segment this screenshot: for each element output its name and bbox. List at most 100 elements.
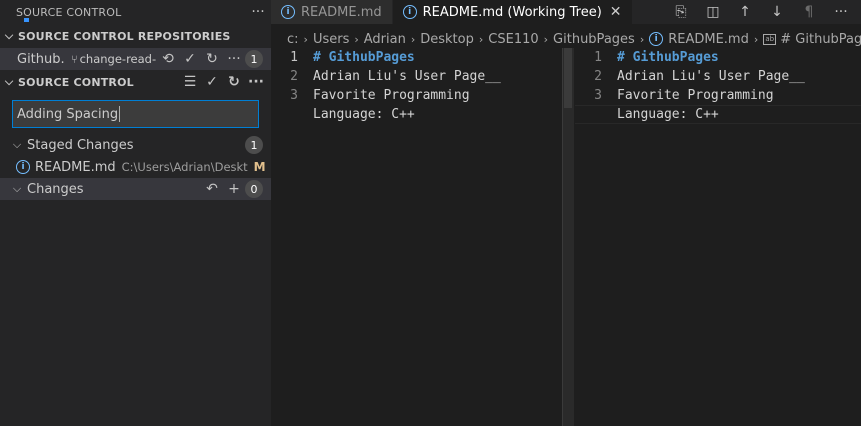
discard-all-icon[interactable]: ↶ [201,179,223,199]
source-control-section-header[interactable]: ⌵ SOURCE CONTROL ☰ ✓ ↻ ··· [0,70,271,94]
close-icon[interactable]: ✕ [610,4,622,20]
changes-group[interactable]: ⌵ Changes ↶ + 0 [0,178,271,200]
split-editor-icon[interactable]: ◫ [699,2,727,22]
code-line: 3 Favorite Programming [575,86,861,105]
branch-icon: ⑂ [71,52,78,66]
breadcrumb-item[interactable]: Adrian [364,32,406,47]
diff-overview-ruler[interactable] [561,48,575,426]
branch-name: change-read-r [79,52,157,66]
info-icon: i [16,160,30,174]
breadcrumb-item[interactable]: Desktop [420,32,474,47]
commit-message-text: Adding Spacing [17,106,119,122]
repository-row[interactable]: Github... ⑂ change-read-r ⟲ ✓ ↻ ··· 1 [0,48,271,70]
scrollbar-thumb[interactable] [564,48,572,108]
breadcrumb-file[interactable]: i README.md [649,32,749,47]
original-pane[interactable]: 1 # GithubPages 2 Adrian Liu's User Page… [271,48,561,426]
breadcrumb-item[interactable]: GithubPages [553,32,635,47]
modified-pane[interactable]: 1 # GithubPages 2 Adrian Liu's User Page… [575,48,861,426]
heading-symbol-icon: ab [763,33,777,45]
staged-changes-label: Staged Changes [27,137,134,153]
code-line: 2 Adrian Liu's User Page__ [271,67,561,86]
line-text: Language: C++ [617,107,719,122]
line-number: 2 [594,69,602,84]
previous-change-icon[interactable]: ↑ [731,2,759,22]
staged-count-badge: 1 [245,136,263,154]
commit-message-input[interactable]: Adding Spacing [12,100,259,128]
line-text: Favorite Programming [313,88,470,103]
breadcrumb-symbol[interactable]: ab # GithubPages [763,32,861,47]
info-icon: i [649,32,664,46]
more-actions-icon[interactable]: ··· [245,72,267,92]
sidebar-title: SOURCE CONTROL [16,5,122,19]
chevron-down-icon: ⌵ [4,75,14,88]
repositories-section-header[interactable]: ⌵ SOURCE CONTROL REPOSITORIES [0,24,271,48]
progress-indicator [24,18,29,22]
refresh-icon[interactable]: ↻ [201,49,223,69]
code-line: Language: C++ [271,105,561,124]
editor-actions: ⎘ ◫ ↑ ↓ ¶ ··· [667,0,855,24]
code-line: 3 Favorite Programming [271,86,561,105]
tab-label: README.md [301,4,382,20]
info-icon: i [402,5,417,19]
line-text: # GithubPages [617,50,719,65]
chevron-right-icon: › [753,32,759,46]
branch-indicator[interactable]: ⑂ change-read-r [71,52,157,66]
chevron-right-icon: › [303,32,308,46]
commit-icon[interactable]: ✓ [201,72,223,92]
staged-file-row[interactable]: i README.md C:\Users\Adrian\Deskt... M [0,156,271,178]
line-number: 2 [290,69,298,84]
breadcrumb-item[interactable]: CSE110 [488,32,538,47]
tab-bar: i README.md i README.md (Working Tree) ✕… [271,0,861,24]
commit-input-wrapper: Adding Spacing [0,94,271,134]
breadcrumb-item[interactable]: c: [287,32,299,47]
refresh-icon[interactable]: ↻ [223,72,245,92]
chevron-right-icon: › [639,32,645,46]
code-line: 2 Adrian Liu's User Page__ [575,67,861,86]
line-text: Adrian Liu's User Page__ [617,69,805,84]
line-number: 3 [594,88,602,103]
pilcrow-icon[interactable]: ¶ [795,2,823,22]
diff-editor: i README.md i README.md (Working Tree) ✕… [271,0,861,426]
chevron-right-icon: › [543,32,549,46]
staged-changes-group[interactable]: ⌵ Staged Changes 1 [0,134,271,156]
source-control-sidebar: SOURCE CONTROL ··· ⌵ SOURCE CONTROL REPO… [0,0,271,426]
repo-changes-badge: 1 [245,50,263,68]
view-as-tree-icon[interactable]: ☰ [179,72,201,92]
line-text: Favorite Programming [617,88,774,103]
code-line: 1 # GithubPages [271,48,561,67]
chevron-right-icon: › [410,32,416,46]
line-text: Language: C++ [313,107,415,122]
changes-count-badge: 0 [245,180,263,198]
repo-more-icon[interactable]: ··· [223,49,245,69]
tab-readme[interactable]: i README.md [271,0,393,24]
more-actions-icon[interactable]: ··· [827,2,855,22]
code-line: 1 # GithubPages [575,48,861,67]
breadcrumb-file-name: README.md [668,31,749,47]
line-number: 1 [290,50,298,65]
repositories-label: SOURCE CONTROL REPOSITORIES [18,29,231,43]
file-status-badge: M [253,160,266,174]
source-control-label: SOURCE CONTROL [18,75,134,89]
stage-all-icon[interactable]: + [223,179,245,199]
chevron-right-icon: › [354,32,359,46]
breadcrumb-symbol-name: # GithubPages [780,31,861,47]
file-name: README.md [35,159,116,175]
chevron-down-icon: ⌵ [12,182,22,195]
breadcrumb-item[interactable]: Users [313,32,349,47]
tab-readme-working-tree[interactable]: i README.md (Working Tree) ✕ [392,0,633,24]
sync-icon[interactable]: ⟲ [157,49,179,69]
code-line: Language: C++ [575,105,861,124]
info-icon: i [281,5,295,19]
sidebar-header: SOURCE CONTROL ··· [0,0,271,24]
open-file-icon[interactable]: ⎘ [667,2,695,22]
line-number: 3 [290,88,298,103]
file-path: C:\Users\Adrian\Deskt... [121,160,248,174]
line-text: # GithubPages [313,50,415,65]
chevron-down-icon: ⌵ [12,138,22,151]
tab-label: README.md (Working Tree) [422,4,602,20]
line-number: 1 [594,50,602,65]
more-actions-icon[interactable]: ··· [245,4,271,20]
line-text: Adrian Liu's User Page__ [313,69,501,84]
commit-check-icon[interactable]: ✓ [179,49,201,69]
next-change-icon[interactable]: ↓ [763,2,791,22]
